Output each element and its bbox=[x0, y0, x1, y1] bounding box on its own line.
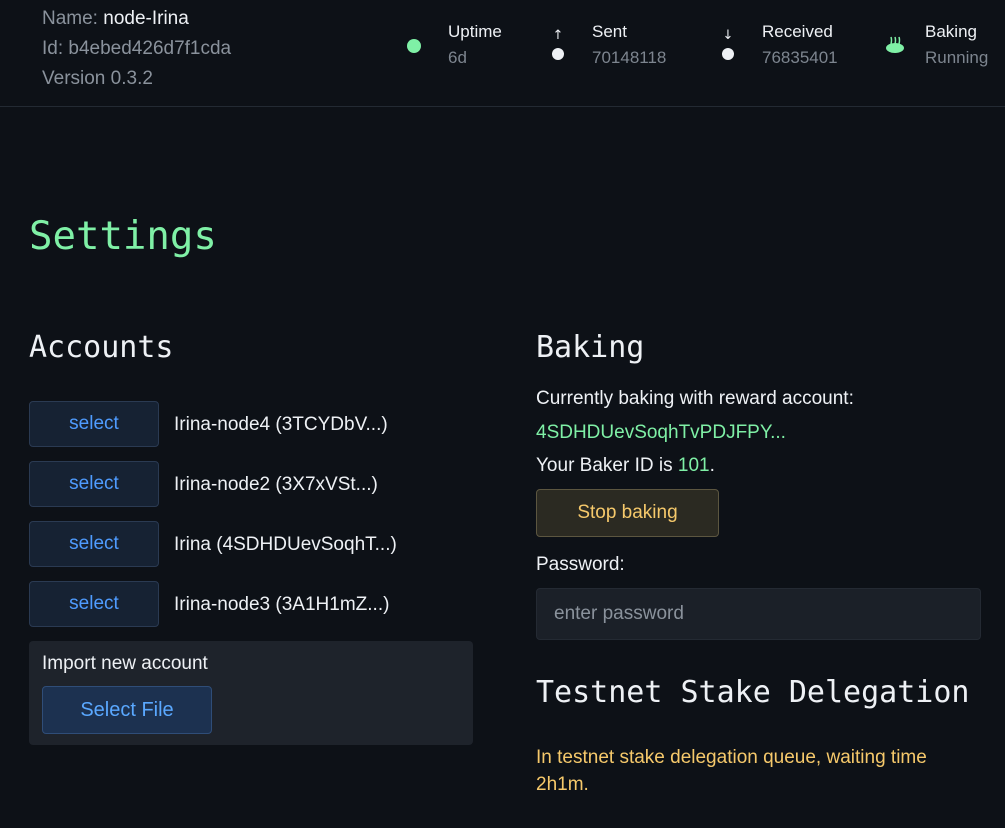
baker-id-prefix: Your Baker ID is bbox=[536, 455, 678, 476]
account-name: Irina-node4 (3TCYDbV...) bbox=[174, 414, 388, 435]
received-label: Received bbox=[762, 22, 833, 41]
bread-icon bbox=[885, 36, 905, 54]
sent-label: Sent bbox=[592, 22, 627, 41]
select-file-button[interactable]: Select File bbox=[42, 686, 212, 734]
password-label: Password: bbox=[536, 554, 625, 575]
delegation-heading: Testnet Stake Delegation bbox=[536, 675, 970, 710]
baker-id-row: Your Baker ID is 101. bbox=[536, 455, 715, 477]
node-name-label: Name: bbox=[42, 8, 98, 29]
baking-label: Baking bbox=[925, 22, 977, 41]
delegation-status-message: In testnet stake delegation queue, waiti… bbox=[536, 747, 927, 795]
uptime-value: 6d bbox=[448, 48, 467, 67]
select-account-button[interactable]: select bbox=[29, 521, 159, 567]
node-id-row: Id: b4ebed426d7f1cda bbox=[42, 34, 231, 64]
download-arrow-icon: ↓ bbox=[721, 28, 735, 68]
node-id-label: Id: bbox=[42, 38, 64, 59]
node-name-row: Name: node-Irina bbox=[42, 4, 231, 34]
node-id-value: b4ebed426d7f1cda bbox=[68, 38, 232, 59]
select-account-button[interactable]: select bbox=[29, 581, 159, 627]
stop-baking-button[interactable]: Stop baking bbox=[536, 489, 719, 537]
select-account-button[interactable]: select bbox=[29, 401, 159, 447]
upload-arrow-icon: ↑ bbox=[551, 28, 565, 68]
sent-value: 70148118 bbox=[592, 48, 667, 67]
uptime-label: Uptime bbox=[448, 22, 502, 41]
reward-account-value: 4SDHDUevSoqhTvPDJFPY... bbox=[536, 422, 786, 443]
status-dot-green-icon bbox=[407, 39, 421, 53]
baking-status-text: Currently baking with reward account: bbox=[536, 388, 854, 409]
node-name-value: node-Irina bbox=[103, 8, 189, 29]
accounts-heading: Accounts bbox=[29, 330, 174, 365]
received-value: 76835401 bbox=[762, 48, 838, 67]
node-info: Name: node-Irina Id: b4ebed426d7f1cda Ve… bbox=[42, 4, 231, 94]
baker-id-value: 101 bbox=[677, 455, 710, 476]
select-account-button[interactable]: select bbox=[29, 461, 159, 507]
baker-id-suffix: . bbox=[709, 455, 715, 476]
baking-heading: Baking bbox=[536, 330, 645, 365]
top-status-bar: Name: node-Irina Id: b4ebed426d7f1cda Ve… bbox=[0, 0, 1005, 107]
account-name: Irina (4SDHDUevSoqhT...) bbox=[174, 534, 397, 555]
baking-value: Running bbox=[925, 48, 989, 67]
account-name: Irina-node3 (3A1H1mZ...) bbox=[174, 594, 390, 615]
node-version: Version 0.3.2 bbox=[42, 68, 153, 89]
account-name: Irina-node2 (3X7xVSt...) bbox=[174, 474, 378, 495]
page-title: Settings bbox=[29, 214, 217, 259]
password-input[interactable] bbox=[536, 588, 981, 640]
import-account-panel: Import new account Select File bbox=[29, 641, 473, 745]
import-account-label: Import new account bbox=[42, 653, 208, 674]
